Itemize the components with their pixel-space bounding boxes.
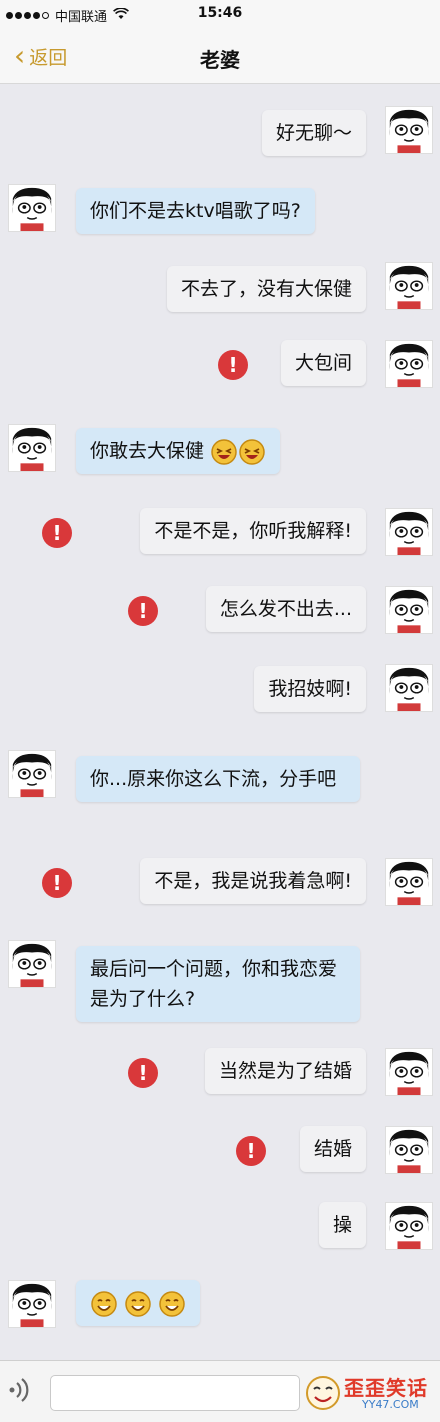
laugh-emoji-icon [210,438,238,466]
grin-emoji-icon [124,1290,152,1318]
send-failed-icon[interactable]: ! [236,1136,266,1166]
message-bubble-sent[interactable]: 不是不是，你听我解释! [140,508,366,554]
message-bubble-sent[interactable]: 大包间 [280,340,366,386]
watermark-url: YY47.COM [362,1398,419,1411]
message-bubble-received[interactable]: 最后问一个问题，你和我恋爱是为了什么? [76,946,360,1022]
my-avatar[interactable] [385,586,433,634]
message-bubble-sent[interactable]: 当然是为了结婚 [204,1048,366,1094]
cartoon-face-icon [386,859,432,905]
message-bubble-sent[interactable]: 不是，我是说我着急啊! [140,858,366,904]
grin-emoji-icon [158,1290,186,1318]
status-bar: 中国联通 15:46 [0,0,440,30]
watermark-logo: 歪歪笑话 YY47.COM [300,1370,436,1418]
watermark-face-icon [306,1376,340,1410]
message-bubble-sent[interactable]: 怎么发不出去... [205,586,366,632]
cartoon-face-icon [386,665,432,711]
my-avatar[interactable] [385,1202,433,1250]
chat-title: 老婆 [200,48,240,72]
contact-avatar[interactable] [8,424,56,472]
cartoon-face-icon [386,263,432,309]
contact-avatar[interactable] [8,184,56,232]
cartoon-face-icon [9,941,55,987]
voice-input-icon[interactable] [8,1377,32,1409]
message-bubble-sent[interactable]: 不去了，没有大保健 [166,266,366,312]
my-avatar[interactable] [385,508,433,556]
message-bubble-received[interactable]: 你敢去大保健 [76,428,281,474]
my-avatar[interactable] [385,858,433,906]
cartoon-face-icon [386,587,432,633]
cartoon-face-icon [386,509,432,555]
clock: 15:46 [197,5,243,21]
message-text: 你敢去大保健 [90,440,205,462]
message-bubble-sent[interactable]: 我招妓啊! [254,666,366,712]
message-bubble-sent[interactable]: 操 [318,1202,366,1248]
message-bubble-received[interactable] [76,1280,201,1326]
send-failed-icon[interactable]: ! [42,868,72,898]
cartoon-face-icon [9,1281,55,1327]
message-bubble-sent[interactable]: 结婚 [299,1126,366,1172]
message-bubble-sent[interactable]: 好无聊～ [261,110,366,156]
cartoon-face-icon [386,107,432,153]
my-avatar[interactable] [385,262,433,310]
cartoon-face-icon [386,1203,432,1249]
cartoon-face-icon [386,1127,432,1173]
laugh-emoji-icon [238,438,266,466]
my-avatar[interactable] [385,1126,433,1174]
message-bubble-received[interactable]: 你...原来你这么下流，分手吧 [76,756,360,802]
send-failed-icon[interactable]: ! [42,518,72,548]
cartoon-face-icon [386,1049,432,1095]
grin-emoji-icon [90,1290,118,1318]
message-input[interactable] [50,1375,300,1411]
contact-avatar[interactable] [8,1280,56,1328]
cartoon-face-icon [9,425,55,471]
send-failed-icon[interactable]: ! [128,1058,158,1088]
my-avatar[interactable] [385,1048,433,1096]
watermark-text: 歪歪笑话 [344,1376,428,1400]
send-failed-icon[interactable]: ! [128,596,158,626]
send-failed-icon[interactable]: ! [218,350,248,380]
contact-avatar[interactable] [8,940,56,988]
contact-avatar[interactable] [8,750,56,798]
cartoon-face-icon [386,341,432,387]
navigation-bar: ‹ 返回 老婆 [0,30,440,84]
cartoon-face-icon [9,751,55,797]
my-avatar[interactable] [385,664,433,712]
cartoon-face-icon [9,185,55,231]
message-bubble-received[interactable]: 你们不是去ktv唱歌了吗? [76,188,315,234]
my-avatar[interactable] [385,106,433,154]
my-avatar[interactable] [385,340,433,388]
chat-thread[interactable]: 好无聊～ 你们不是去ktv唱歌了吗? 不去了，没有大保健 ! 大包间 你敢去大保… [0,84,440,1360]
